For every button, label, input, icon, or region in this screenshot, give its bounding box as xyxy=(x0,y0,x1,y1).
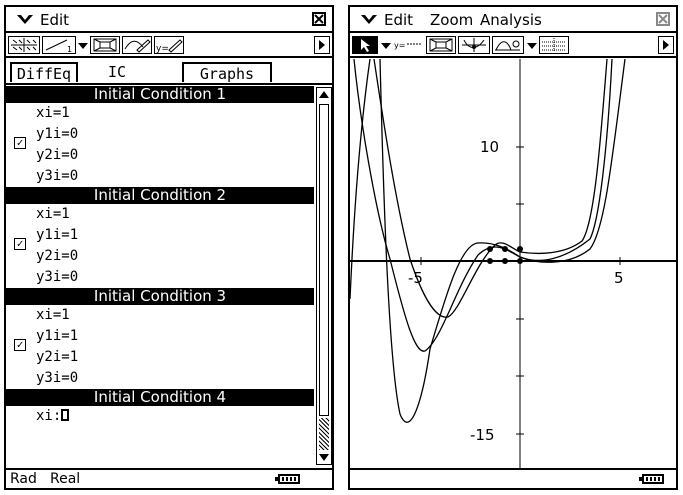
battery-icon xyxy=(275,474,300,484)
condition-line[interactable]: y2i=0 xyxy=(36,145,78,166)
scroll-thumb[interactable] xyxy=(319,418,329,450)
toolbar-scroll-right-icon[interactable] xyxy=(314,36,330,54)
condition-header[interactable]: Initial Condition 2 xyxy=(6,187,314,204)
dropdown-arrow-icon[interactable] xyxy=(381,43,391,49)
menu-edit[interactable]: Edit xyxy=(384,11,413,29)
status-bar: Rad Real xyxy=(6,468,332,488)
condition-line[interactable]: y2i=0 xyxy=(36,246,78,267)
solution-curve-3 xyxy=(350,59,608,318)
close-icon[interactable] xyxy=(656,12,670,26)
y-equals-graph-icon[interactable]: y= xyxy=(154,36,184,54)
condition-line[interactable]: y1i=0 xyxy=(36,124,78,145)
initial-point[interactable] xyxy=(487,258,493,264)
line-1-icon[interactable]: 1 xyxy=(42,36,76,54)
condition-line[interactable]: xi=1 xyxy=(36,305,70,326)
grid-icon[interactable] xyxy=(539,36,569,54)
initial-point[interactable] xyxy=(487,246,493,252)
condition-header[interactable]: Initial Condition 3 xyxy=(6,288,314,305)
angle-mode[interactable]: Rad xyxy=(10,470,37,488)
menu-edit[interactable]: Edit xyxy=(40,11,69,29)
y-tick-label: 10 xyxy=(480,138,499,156)
menu-bar: Edit xyxy=(6,7,332,33)
close-icon[interactable] xyxy=(312,12,326,26)
condition-line[interactable]: y2i=1 xyxy=(36,347,78,368)
condition-group: xi: xyxy=(6,406,314,428)
axes-trace-icon[interactable] xyxy=(458,36,490,54)
condition-group: xi=1 y1i=1 y2i=0 y3i=0 ✓ xyxy=(6,204,314,288)
battery-icon xyxy=(639,474,664,484)
graph-area[interactable]: -5 5 10 -15 xyxy=(350,59,676,469)
scroll-down-icon[interactable] xyxy=(319,454,329,461)
x-tick-label: 5 xyxy=(614,269,624,287)
toolbar-scroll-right-icon[interactable] xyxy=(658,36,674,54)
condition-header[interactable]: Initial Condition 4 xyxy=(6,389,314,406)
dropdown-arrow-icon[interactable] xyxy=(78,43,88,49)
svg-text:1: 1 xyxy=(67,45,72,53)
number-mode[interactable]: Real xyxy=(50,470,80,488)
solution-curve-2 xyxy=(353,59,613,352)
condition-header[interactable]: Initial Condition 1 xyxy=(6,86,314,103)
condition-line[interactable]: y3i=0 xyxy=(36,368,78,389)
menu-bar: Edit Zoom Analysis xyxy=(350,7,676,33)
tab-ic[interactable]: IC xyxy=(92,62,142,82)
graph-toolbar: y= xyxy=(350,34,676,58)
dropdown-arrow-icon[interactable] xyxy=(527,43,537,49)
initial-point[interactable] xyxy=(502,246,508,252)
axes-field-icon[interactable] xyxy=(8,36,40,54)
svg-text:y=: y= xyxy=(394,41,405,50)
zoom-box-icon[interactable] xyxy=(426,36,456,54)
scroll-track[interactable] xyxy=(319,104,329,416)
condition-line[interactable]: y1i=1 xyxy=(36,225,78,246)
menu-chevron-icon[interactable] xyxy=(360,13,378,27)
initial-point[interactable] xyxy=(502,258,508,264)
condition-line[interactable]: y1i=1 xyxy=(36,326,78,347)
tab-bar: DiffEq IC Graphs xyxy=(6,59,332,85)
input-cursor[interactable] xyxy=(61,409,70,421)
left-window: Edit 1 y= DiffEq IC Graphs Initial Condi… xyxy=(4,5,334,490)
root-analysis-icon[interactable] xyxy=(492,36,524,54)
vertical-scrollbar[interactable] xyxy=(316,87,332,465)
condition-line[interactable]: y3i=0 xyxy=(36,166,78,187)
initial-conditions-list: Initial Condition 1 xi=1 y1i=0 y2i=0 y3i… xyxy=(6,86,314,466)
condition-checkbox[interactable]: ✓ xyxy=(14,238,26,250)
condition-group: xi=1 y1i=1 y2i=1 y3i=0 ✓ xyxy=(6,305,314,389)
zoom-box-icon[interactable] xyxy=(90,36,120,54)
toolbar: 1 y= xyxy=(6,34,332,58)
condition-line[interactable]: y3i=0 xyxy=(36,267,78,288)
tab-graphs[interactable]: Graphs xyxy=(182,62,272,83)
condition-checkbox[interactable]: ✓ xyxy=(14,339,26,351)
menu-analysis[interactable]: Analysis xyxy=(480,11,542,29)
menu-chevron-icon[interactable] xyxy=(16,13,34,27)
menu-zoom[interactable]: Zoom xyxy=(430,11,473,29)
x-tick-label: -5 xyxy=(408,269,423,287)
condition-line[interactable]: xi: xyxy=(36,408,61,424)
draw-icon[interactable] xyxy=(122,36,152,54)
condition-line[interactable]: xi=1 xyxy=(36,204,70,225)
scroll-up-icon[interactable] xyxy=(319,91,329,98)
condition-group: xi=1 y1i=0 y2i=0 y3i=0 ✓ xyxy=(6,103,314,187)
svg-text:y=: y= xyxy=(156,44,169,53)
status-bar xyxy=(350,468,676,488)
trace-icon[interactable]: y= xyxy=(393,36,423,54)
right-window: Edit Zoom Analysis y= -5 5 10 -15 xyxy=(348,5,678,490)
tab-diffeq[interactable]: DiffEq xyxy=(10,62,78,83)
initial-point[interactable] xyxy=(517,258,523,264)
condition-line[interactable]: xi=1 xyxy=(36,103,70,124)
pointer-icon[interactable] xyxy=(352,36,378,54)
y-tick-label: -15 xyxy=(470,426,495,444)
condition-checkbox[interactable]: ✓ xyxy=(14,137,26,149)
initial-point[interactable] xyxy=(517,246,523,252)
